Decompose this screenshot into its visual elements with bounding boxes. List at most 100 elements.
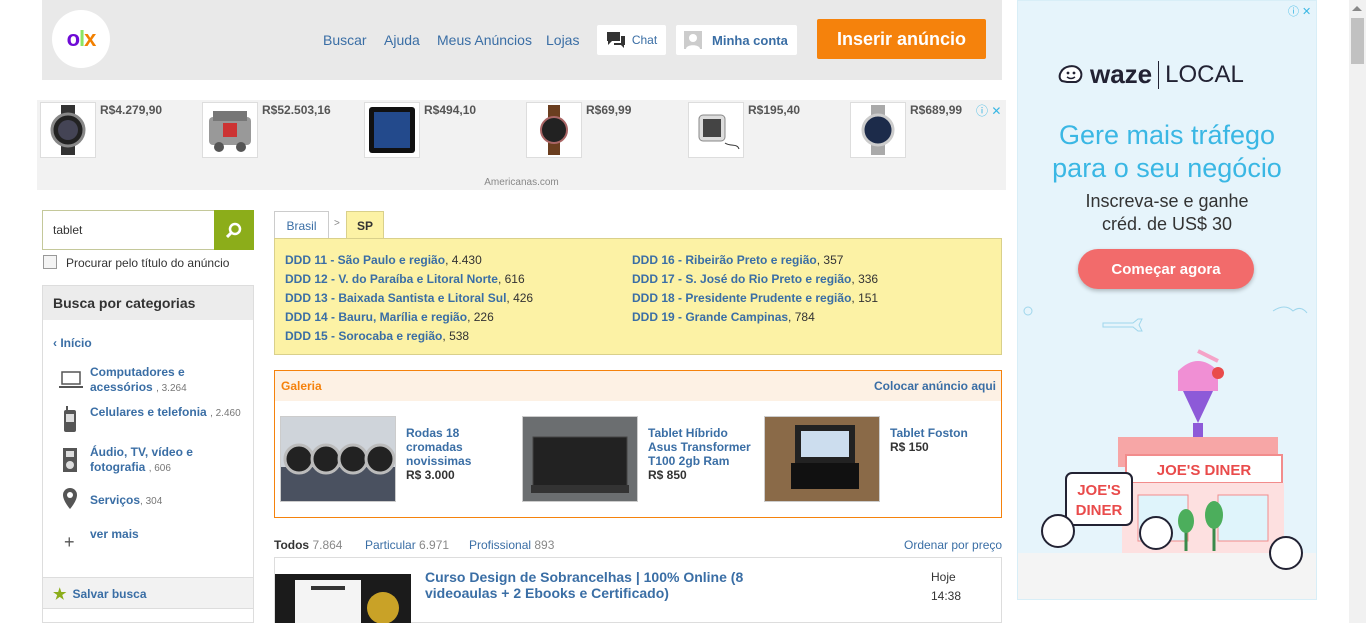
camera-icon bbox=[63, 448, 77, 472]
nav-lojas[interactable]: Lojas bbox=[546, 32, 579, 48]
ad-price: R$494,10 bbox=[424, 103, 477, 117]
region-count: 538 bbox=[449, 329, 470, 343]
category-panel-title: Busca por categorias bbox=[43, 286, 253, 320]
adchoices-icon[interactable]: ⓘ ✕ bbox=[976, 102, 1001, 119]
region-count: 357 bbox=[823, 253, 844, 267]
region-link[interactable]: DDD 15 - Sorocaba e região, 538 bbox=[285, 329, 469, 343]
listing-title[interactable]: Curso Design de Sobrancelhas | 100% Onli… bbox=[425, 569, 743, 601]
place-ad-link[interactable]: Colocar anúncio aqui bbox=[874, 379, 996, 393]
ad-product[interactable]: R$4.279,90 bbox=[37, 102, 197, 164]
account-button[interactable]: Minha conta bbox=[676, 25, 797, 55]
ad-price: R$195,40 bbox=[748, 103, 801, 117]
waze-brand-suffix: LOCAL bbox=[1158, 60, 1244, 89]
ad-price: R$69,99 bbox=[586, 103, 632, 117]
search-button[interactable] bbox=[214, 210, 254, 250]
title-only-checkbox[interactable] bbox=[43, 255, 57, 269]
gallery-item[interactable]: Rodas 18 cromadas novissimas R$ 3.000 bbox=[280, 416, 510, 506]
listing-title-line: videoaulas + 2 Ebooks e Certificado) bbox=[425, 585, 669, 601]
gallery-item-title: Tablet Híbrido bbox=[648, 426, 728, 440]
tab-sp[interactable]: SP bbox=[346, 211, 384, 240]
category-home-label: Início bbox=[60, 336, 92, 350]
chat-icon bbox=[606, 32, 625, 48]
chat-button[interactable]: Chat bbox=[597, 25, 666, 55]
watch-icon bbox=[40, 102, 96, 158]
listing-date: Hoje 14:38 bbox=[931, 568, 961, 606]
ad-product[interactable]: R$494,10 bbox=[361, 102, 521, 164]
ad-product[interactable]: R$195,40 bbox=[685, 102, 845, 164]
region-link[interactable]: DDD 18 - Presidente Prudente e região, 1… bbox=[632, 291, 878, 305]
region-count: 4.430 bbox=[451, 253, 482, 267]
scroll-up-icon[interactable] bbox=[1352, 6, 1362, 11]
region-link[interactable]: DDD 16 - Ribeirão Preto e região, 357 bbox=[632, 253, 843, 267]
ad-cta-button[interactable]: Começar agora bbox=[1078, 249, 1254, 289]
tablet-icon bbox=[364, 102, 420, 158]
bubble-line-1: JOE'S bbox=[1077, 482, 1121, 499]
region-count: 151 bbox=[858, 291, 879, 305]
filter-all[interactable]: Todos 7.864 bbox=[274, 538, 342, 552]
olx-logo[interactable]: olx bbox=[52, 10, 110, 68]
category-count: 3.264 bbox=[161, 383, 187, 394]
filter-private[interactable]: Particular 6.971 bbox=[365, 538, 449, 552]
region-link[interactable]: DDD 17 - S. José do Rio Preto e região, … bbox=[632, 272, 878, 286]
region-link[interactable]: DDD 14 - Bauru, Marília e região, 226 bbox=[285, 310, 494, 324]
ad-price: R$4.279,90 bbox=[100, 103, 163, 117]
adchoices-icon[interactable]: ⓘ ✕ bbox=[1288, 3, 1311, 19]
filter-count: 6.971 bbox=[419, 538, 450, 552]
waze-logo-icon bbox=[1058, 64, 1083, 83]
ad-headline-2: para o seu negócio bbox=[1052, 153, 1282, 183]
gallery-item[interactable]: Tablet Híbrido Asus Transformer T100 2gb R… bbox=[522, 416, 752, 506]
nav-ajuda[interactable]: Ajuda bbox=[384, 32, 420, 48]
logo-letter-o: o bbox=[66, 26, 80, 51]
watch-icon bbox=[526, 102, 582, 158]
gallery-title: Galeria bbox=[281, 379, 322, 393]
category-computers[interactable]: Computadores e acessórios , 3.264 bbox=[90, 365, 220, 396]
laptop-icon bbox=[59, 371, 83, 388]
page-scrollbar[interactable] bbox=[1349, 0, 1366, 623]
filter-label: Profissional bbox=[469, 538, 532, 552]
gallery-thumb bbox=[764, 416, 880, 502]
sort-by-price[interactable]: Ordenar por preço bbox=[904, 538, 1002, 552]
category-phones[interactable]: Celulares e telefonia , 2.460 bbox=[90, 405, 250, 421]
nav-meus-anuncios[interactable]: Meus Anúncios bbox=[437, 32, 532, 48]
region-name: DDD 17 - S. José do Rio Preto e região bbox=[632, 272, 852, 286]
ad-product[interactable]: R$69,99 bbox=[523, 102, 683, 164]
region-link[interactable]: DDD 12 - V. do Paraíba e Litoral Norte, … bbox=[285, 272, 525, 286]
listing-day: Hoje bbox=[931, 570, 956, 584]
region-link[interactable]: DDD 13 - Baixada Santista e Litoral Sul,… bbox=[285, 291, 533, 305]
listing-title-line: Curso Design de Sobrancelhas | 100% Onli… bbox=[425, 569, 744, 585]
region-column-left: DDD 11 - São Paulo e região, 4.430 DDD 1… bbox=[285, 251, 533, 346]
category-home-link[interactable]: ‹ Início bbox=[53, 336, 92, 350]
region-name: DDD 18 - Presidente Prudente e região bbox=[632, 291, 852, 305]
region-count: 336 bbox=[858, 272, 879, 286]
category-count: 606 bbox=[154, 463, 171, 474]
category-label: Serviços bbox=[90, 493, 141, 507]
search-value: tablet bbox=[53, 223, 83, 237]
ad-price: R$52.503,16 bbox=[262, 103, 331, 117]
gallery-item-title: novissimas bbox=[406, 454, 472, 468]
region-name: DDD 13 - Baixada Santista e Litoral Sul bbox=[285, 291, 507, 305]
region-link[interactable]: DDD 19 - Grande Campinas, 784 bbox=[632, 310, 815, 324]
gallery-item-title: cromadas bbox=[406, 440, 463, 454]
category-audio-tv[interactable]: Áudio, TV, vídeo e fotografia , 606 bbox=[90, 445, 230, 476]
region-count: 616 bbox=[504, 272, 525, 286]
insert-ad-button[interactable]: Inserir anúncio bbox=[817, 19, 986, 59]
ad-product[interactable]: R$52.503,16 bbox=[199, 102, 359, 164]
region-name: DDD 12 - V. do Paraíba e Litoral Norte bbox=[285, 272, 498, 286]
category-see-more[interactable]: ver mais bbox=[90, 527, 220, 542]
nav-buscar[interactable]: Buscar bbox=[323, 32, 367, 48]
gallery-item-title: Asus Transformer bbox=[648, 440, 751, 454]
gallery-item[interactable]: Tablet Foston R$ 150 bbox=[764, 416, 994, 506]
watch-icon bbox=[850, 102, 906, 158]
region-count: 784 bbox=[794, 310, 815, 324]
scroll-thumb[interactable] bbox=[1351, 18, 1364, 64]
filter-professional[interactable]: Profissional 893 bbox=[469, 538, 554, 552]
gallery-thumb bbox=[522, 416, 638, 502]
region-link[interactable]: DDD 11 - São Paulo e região, 4.430 bbox=[285, 253, 482, 267]
category-services[interactable]: Serviços, 304 bbox=[90, 493, 220, 509]
star-icon: ★ bbox=[53, 586, 67, 603]
waze-ad-banner[interactable]: ⓘ ✕ waze LOCAL Gere mais tráfego para o … bbox=[1017, 0, 1317, 600]
ad-subtext-2: créd. de US$ 30 bbox=[1101, 214, 1233, 234]
save-search-button[interactable]: ★ Salvar busca bbox=[53, 585, 147, 603]
tab-brasil[interactable]: Brasil bbox=[274, 211, 329, 239]
gallery-thumb bbox=[280, 416, 396, 502]
